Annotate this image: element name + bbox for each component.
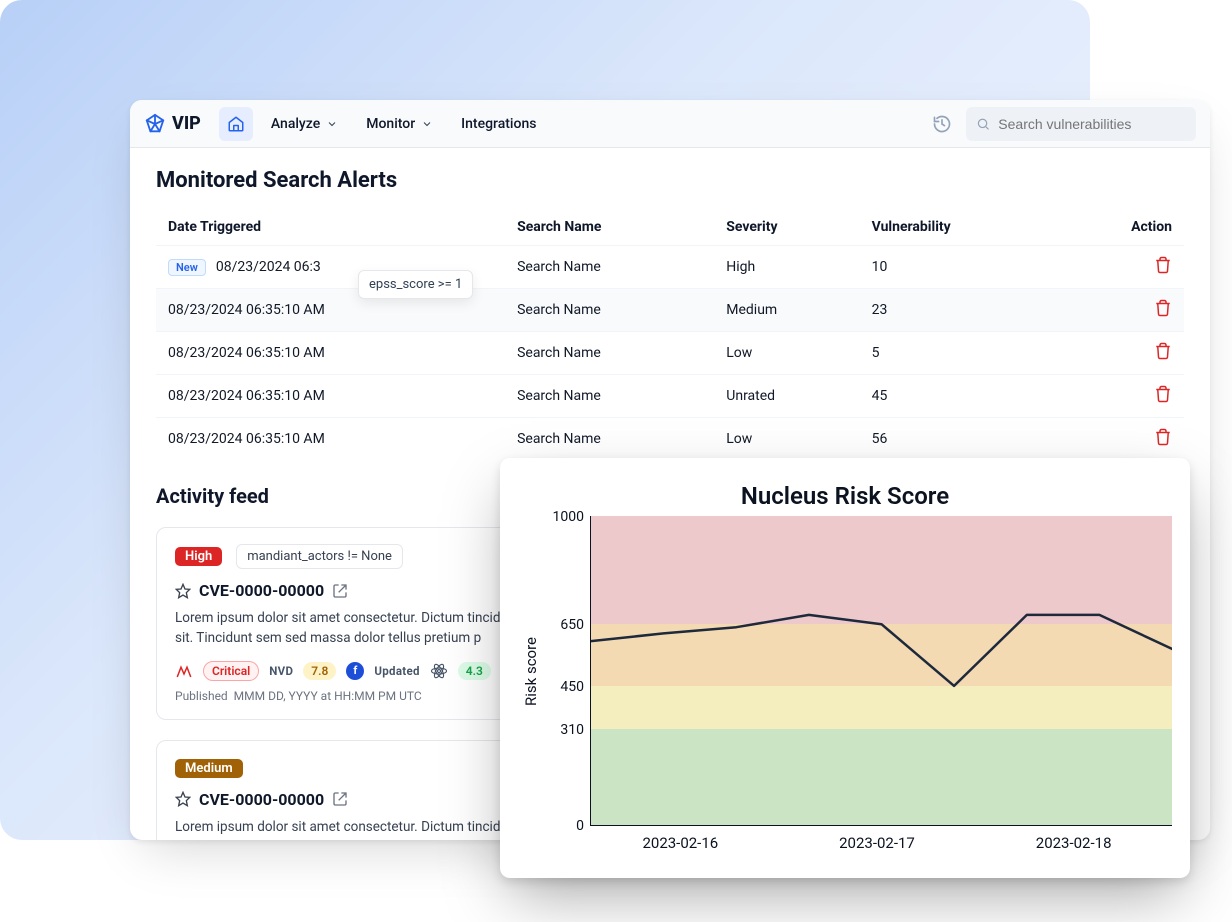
cve-id[interactable]: CVE-0000-00000 [199, 790, 324, 809]
trash-icon[interactable] [1154, 385, 1172, 403]
alerts-table: Date Triggered Search Name Severity Vuln… [156, 209, 1184, 460]
table-row[interactable]: 08/23/2024 06:35:10 AM Search Name Low 5 [156, 332, 1184, 375]
mandiant-icon [175, 662, 193, 680]
table-row[interactable]: 08/23/2024 06:35:10 AM Search Name Low 5… [156, 418, 1184, 461]
cell-severity: High [714, 246, 859, 289]
cell-name: Search Name [505, 332, 714, 375]
col-name: Search Name [505, 209, 714, 246]
external-link-icon[interactable] [332, 791, 348, 807]
cell-vuln: 10 [860, 246, 1059, 289]
nav-monitor[interactable]: Monitor [356, 108, 443, 140]
critical-pill: Critical [203, 661, 259, 681]
updated-label: Updated [374, 664, 419, 678]
cell-severity: Unrated [714, 375, 859, 418]
cell-vuln: 56 [860, 418, 1059, 461]
cell-name: Search Name [505, 418, 714, 461]
chart-xtick: 2023-02-17 [839, 834, 915, 852]
search-input[interactable] [998, 116, 1186, 132]
cell-date: 08/23/2024 06:35:10 AM [156, 418, 505, 461]
nav-integrations[interactable]: Integrations [451, 108, 546, 140]
chart-ytick: 1000 [553, 509, 584, 525]
table-row[interactable]: 08/23/2024 06:35:10 AM Search Name Unrat… [156, 375, 1184, 418]
chart-ylabel: Risk score [518, 516, 544, 826]
cell-name: Search Name [505, 246, 714, 289]
col-severity: Severity [714, 209, 859, 246]
search-box[interactable] [966, 107, 1196, 141]
chart-ytick: 650 [560, 617, 584, 633]
cve-id[interactable]: CVE-0000-00000 [199, 581, 324, 600]
table-row[interactable]: New 08/23/2024 06:3 Search Name High 10 [156, 246, 1184, 289]
nvd-score-pill: 7.8 [303, 662, 336, 680]
trash-icon[interactable] [1154, 428, 1172, 446]
brand-logo: VIP [144, 113, 201, 135]
history-icon[interactable] [932, 114, 952, 134]
col-date: Date Triggered [156, 209, 505, 246]
chart-title: Nucleus Risk Score [518, 482, 1172, 510]
cell-date: 08/23/2024 06:35:10 AM [156, 375, 505, 418]
source-icon: f [346, 662, 364, 680]
chevron-down-icon [326, 118, 338, 130]
logo-icon [144, 113, 166, 135]
chart-ytick: 310 [560, 722, 584, 738]
cell-severity: Low [714, 332, 859, 375]
chart-yaxis: 03104506501000 [544, 516, 590, 826]
cell-name: Search Name [505, 289, 714, 332]
home-icon [227, 115, 245, 133]
star-icon[interactable] [175, 791, 191, 807]
cell-vuln: 45 [860, 375, 1059, 418]
nav-integrations-label: Integrations [461, 116, 536, 132]
new-badge: New [168, 259, 206, 276]
chart-plot-area [590, 516, 1172, 826]
cell-severity: Low [714, 418, 859, 461]
star-icon[interactable] [175, 583, 191, 599]
search-tooltip: epss_score >= 1 [358, 270, 473, 299]
cell-vuln: 5 [860, 332, 1059, 375]
cell-name: Search Name [505, 375, 714, 418]
cell-date: 08/23/2024 06:35:10 AM [156, 332, 505, 375]
green-score-pill: 4.3 [458, 662, 491, 680]
cell-severity: Medium [714, 289, 859, 332]
nav-analyze[interactable]: Analyze [261, 108, 348, 140]
filter-chip: mandiant_actors != None [236, 544, 403, 569]
cell-date: 08/23/2024 06:3 [216, 259, 321, 275]
top-nav: VIP Analyze Monitor Integrations [130, 100, 1210, 148]
home-button[interactable] [219, 107, 253, 141]
severity-pill: High [175, 547, 222, 566]
search-icon [976, 116, 990, 132]
table-row[interactable]: 08/23/2024 06:35:10 AM Search Name Mediu… [156, 289, 1184, 332]
severity-pill: Medium [175, 759, 243, 778]
chart-ytick: 0 [576, 818, 584, 834]
nvd-label: NVD [269, 664, 293, 678]
chevron-down-icon [421, 118, 433, 130]
chart-xtick: 2023-02-18 [1036, 834, 1112, 852]
atom-icon [430, 662, 448, 680]
col-action: Action [1059, 209, 1184, 246]
page-title: Monitored Search Alerts [156, 168, 1184, 193]
col-vuln: Vulnerability [860, 209, 1059, 246]
trash-icon[interactable] [1154, 342, 1172, 360]
nav-monitor-label: Monitor [366, 116, 415, 132]
chart-card: Nucleus Risk Score Risk score 0 310 450 650… [500, 458, 1190, 878]
external-link-icon[interactable] [332, 583, 348, 599]
nav-analyze-label: Analyze [271, 116, 320, 132]
cell-vuln: 23 [860, 289, 1059, 332]
activity-heading: Activity feed [156, 484, 269, 508]
trash-icon[interactable] [1154, 256, 1172, 274]
chart-ytick: 450 [560, 679, 584, 695]
trash-icon[interactable] [1154, 299, 1172, 317]
chart-xaxis: 2023-02-16 2023-02-17 2023-02-18 [518, 834, 1172, 852]
chart-xtick: 2023-02-16 [642, 834, 718, 852]
chart-line [591, 516, 1172, 825]
brand-name: VIP [172, 113, 201, 134]
